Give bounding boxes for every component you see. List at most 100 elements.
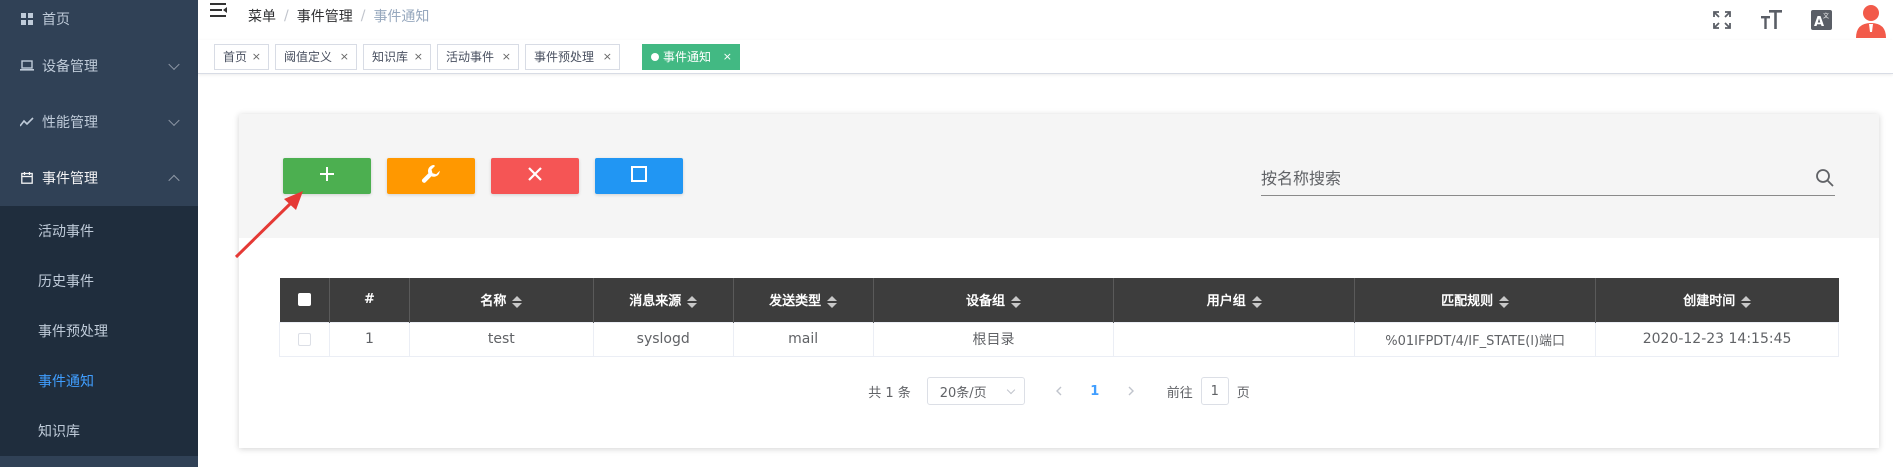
tag-threshold-definition[interactable]: 阈值定义 × (275, 44, 357, 70)
sort-icon[interactable] (1499, 295, 1510, 309)
column-header[interactable]: 匹配规则 (1354, 278, 1597, 322)
column-header-label: 匹配规则 (1441, 294, 1494, 310)
search-icon[interactable] (1815, 168, 1835, 188)
stop-button[interactable] (595, 158, 683, 194)
close-icon[interactable]: × (603, 45, 612, 69)
sidebar-item-knowledge-base[interactable]: 知识库 (0, 406, 198, 456)
page-number[interactable]: 1 (1077, 377, 1113, 405)
sort-icon[interactable] (512, 295, 523, 309)
sidebar-item-home[interactable]: 首页 (0, 0, 198, 38)
tags-view: 首页 × 阈值定义 × 知识库 × 活动事件 × 事件预处理 × 事件通知 × (198, 40, 1893, 74)
chevron-down-icon (1006, 385, 1015, 395)
search-box (1261, 162, 1835, 196)
close-icon[interactable]: × (723, 45, 732, 69)
sidebar-item-event-management[interactable]: 事件管理 (0, 150, 198, 206)
close-icon (527, 166, 543, 186)
tag-label: 首页 (223, 50, 248, 64)
menu-fold-icon[interactable] (210, 2, 228, 20)
calendar-icon (20, 171, 34, 185)
close-icon[interactable]: × (502, 45, 511, 69)
column-header[interactable]: 创建时间 (1595, 278, 1839, 322)
row-checkbox[interactable] (297, 332, 311, 346)
content-card: # 名称 消息来源 发送类型 设备组 用户组 匹配规则 创建时间 1 test … (239, 114, 1879, 448)
goto-suffix: 页 (1236, 385, 1250, 401)
tag-active-events[interactable]: 活动事件 × (437, 44, 519, 70)
toolbar (239, 114, 1879, 238)
column-header: # (329, 278, 410, 322)
breadcrumb-menu[interactable]: 菜单 (248, 6, 276, 26)
sidebar-item-label: 事件通知 (38, 374, 94, 390)
edit-button[interactable] (387, 158, 475, 194)
goto-prefix: 前往 (1166, 385, 1193, 401)
pagination-total: 共 1 条 (868, 385, 911, 401)
prev-page-button[interactable] (1041, 377, 1077, 405)
table-header-row: # 名称 消息来源 发送类型 设备组 用户组 匹配规则 创建时间 (279, 278, 1839, 322)
navbar: 菜单 / 事件管理 / 事件通知 A文 (198, 0, 1893, 40)
delete-button[interactable] (491, 158, 579, 194)
active-dot-icon (651, 53, 659, 61)
column-header-label: 消息来源 (629, 294, 682, 310)
column-header[interactable]: 设备组 (873, 278, 1115, 322)
table-cell (1113, 321, 1356, 357)
table-cell: 1 (328, 321, 410, 357)
sidebar-item-label: 性能管理 (42, 115, 98, 131)
sort-icon[interactable] (1011, 295, 1021, 309)
column-header[interactable]: 用户组 (1113, 278, 1356, 322)
sidebar-item-active-events[interactable]: 活动事件 (0, 206, 198, 256)
sidebar-item-event-preprocessing[interactable]: 事件预处理 (0, 306, 198, 356)
tag-label: 事件预处理 (534, 50, 595, 64)
next-page-button[interactable] (1113, 377, 1149, 405)
table-cell: mail (732, 321, 874, 357)
tag-knowledge-base[interactable]: 知识库 × (363, 44, 431, 70)
sidebar-item-label: 历史事件 (38, 274, 94, 290)
column-header-label: 名称 (480, 294, 507, 310)
tag-event-preprocessing[interactable]: 事件预处理 × (525, 44, 620, 70)
row-select-cell (279, 321, 330, 357)
user-avatar-icon[interactable] (1853, 2, 1889, 38)
sidebar-item-performance-management[interactable]: 性能管理 (0, 94, 198, 150)
breadcrumb-section[interactable]: 事件管理 (297, 6, 353, 26)
chevron-up-icon (168, 174, 180, 187)
table-cell: 2020-12-23 14:15:45 (1595, 321, 1839, 357)
sidebar-item-label: 事件预处理 (38, 324, 108, 340)
close-icon[interactable]: × (414, 45, 423, 69)
dashboard-icon (20, 12, 34, 26)
add-button[interactable] (283, 158, 371, 194)
sidebar-item-history-events[interactable]: 历史事件 (0, 256, 198, 306)
close-icon[interactable]: × (252, 45, 261, 69)
laptop-icon (20, 59, 34, 73)
translate-icon[interactable]: A文 (1811, 9, 1833, 31)
sort-icon[interactable] (687, 295, 698, 309)
breadcrumb-current: 事件通知 (373, 9, 430, 25)
svg-text:文: 文 (1823, 12, 1829, 20)
navbar-actions: A文 (1697, 0, 1893, 40)
sort-icon[interactable] (1741, 295, 1752, 309)
sort-icon[interactable] (1251, 295, 1262, 309)
font-size-icon[interactable] (1761, 9, 1783, 31)
select-all-checkbox[interactable] (297, 293, 311, 307)
chevron-down-icon (168, 114, 180, 127)
column-header[interactable]: 发送类型 (733, 278, 874, 322)
column-header[interactable]: 消息来源 (593, 278, 734, 322)
column-header-label: 发送类型 (769, 294, 822, 310)
wrench-icon (421, 164, 441, 188)
breadcrumb-separator: / (284, 8, 289, 24)
column-header-label: 用户组 (1206, 294, 1246, 310)
page-size-select[interactable]: 20条/页 (926, 377, 1025, 405)
table-cell: test (408, 321, 594, 357)
select-all-header (279, 278, 330, 322)
fullscreen-icon[interactable] (1711, 9, 1733, 31)
trend-chart-icon (20, 115, 34, 129)
tag-event-notification[interactable]: 事件通知 × (642, 44, 740, 70)
table-row[interactable]: 1 test syslogd mail 根目录 %01IFPDT/4/IF_ST… (279, 321, 1839, 357)
square-icon (630, 165, 648, 187)
sort-icon[interactable] (827, 295, 838, 309)
tag-home[interactable]: 首页 × (214, 44, 269, 70)
close-icon[interactable]: × (340, 45, 349, 69)
column-header[interactable]: 名称 (409, 278, 594, 322)
goto-page-input[interactable]: 1 (1200, 377, 1229, 405)
sidebar-item-device-management[interactable]: 设备管理 (0, 38, 198, 94)
sidebar-item-event-notification[interactable]: 事件通知 (0, 356, 198, 406)
tag-label: 事件通知 (663, 50, 712, 64)
search-input[interactable] (1261, 162, 1801, 194)
